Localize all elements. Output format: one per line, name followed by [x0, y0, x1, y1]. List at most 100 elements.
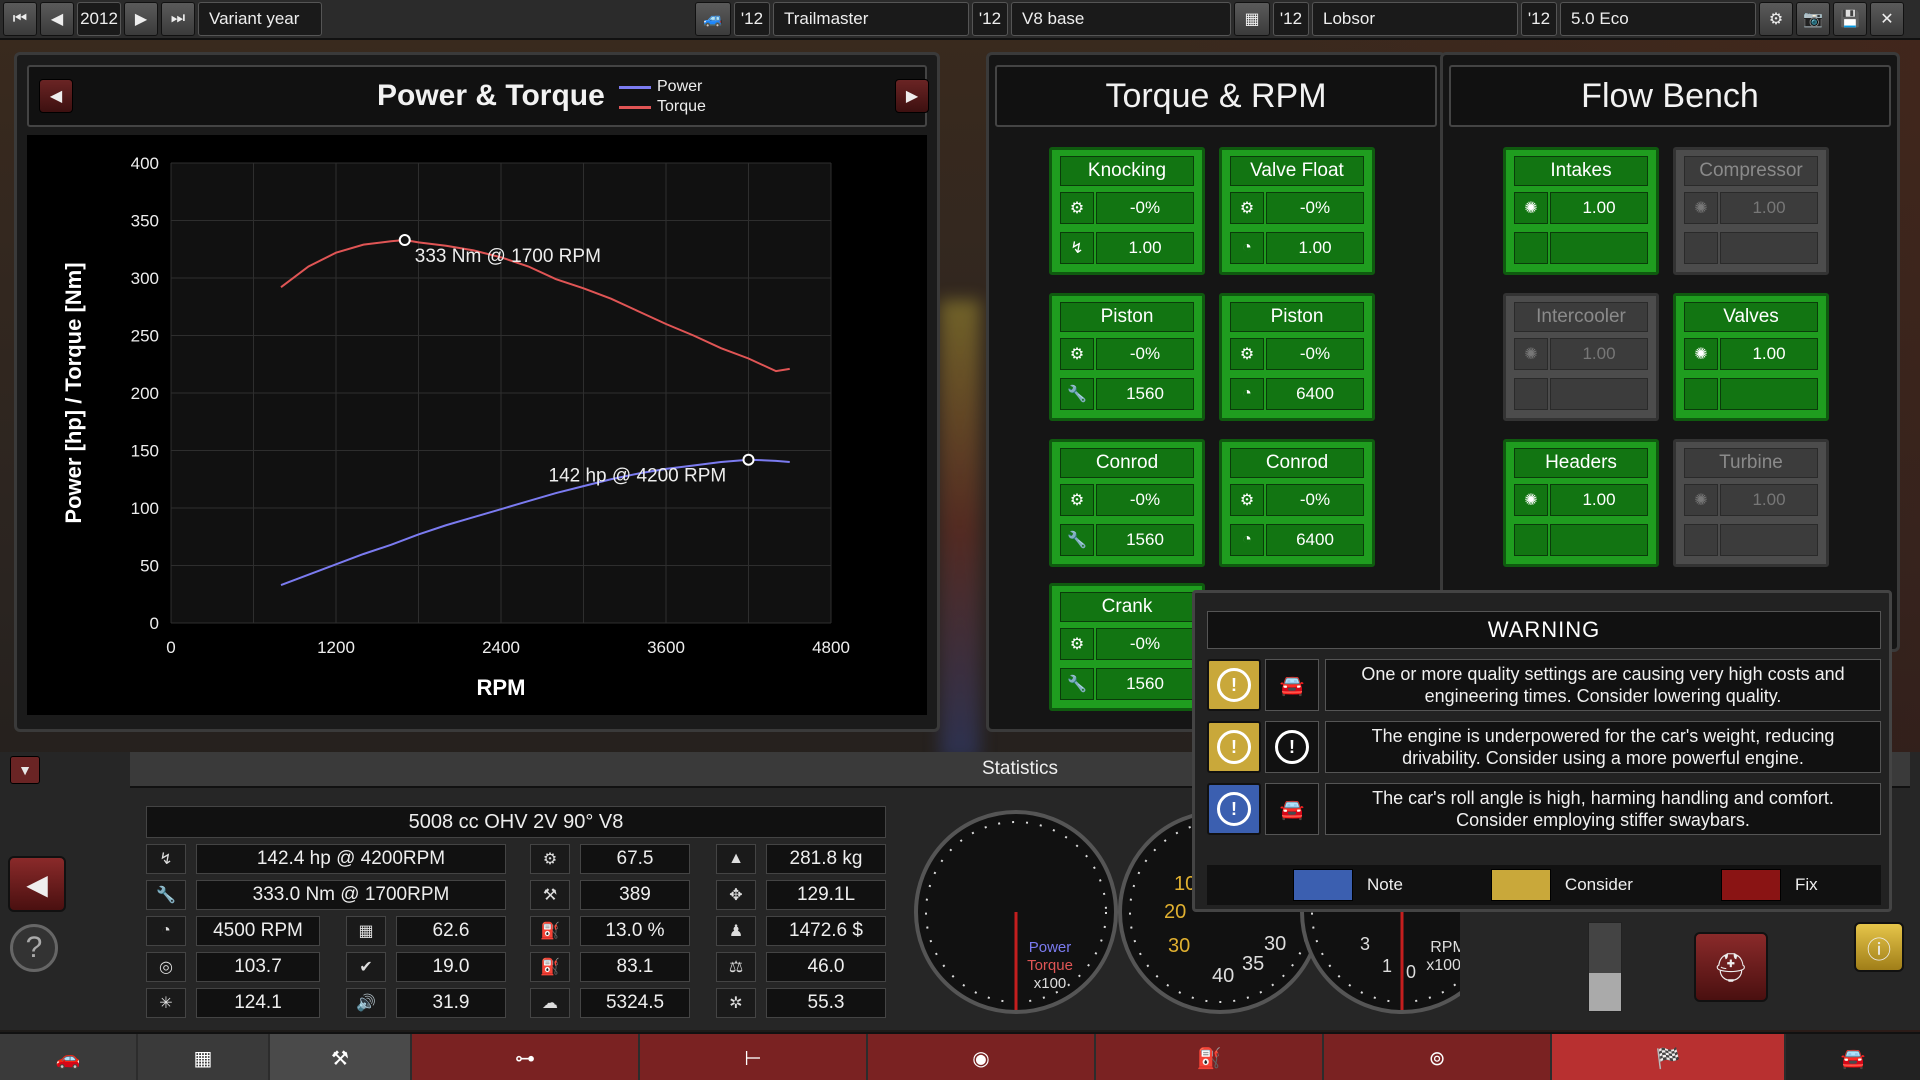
screenshot-button[interactable]: 📷	[1796, 2, 1830, 36]
quality-icon: ⚙	[1060, 192, 1094, 224]
tile-quality-value: -0%	[1096, 338, 1194, 370]
year-field[interactable]: 2012	[77, 2, 121, 36]
warning-row-1[interactable]: ! 🚘 One or more quality settings are cau…	[1207, 659, 1881, 711]
tile-compressor[interactable]: Compressor ✺ 1.00	[1673, 147, 1829, 275]
tab-exhaust[interactable]: ⊚	[1324, 1034, 1550, 1080]
tile-row-value: 🔧 1560	[1060, 524, 1194, 556]
tab-test[interactable]: 🏁	[1552, 1034, 1784, 1080]
next-year-button[interactable]: ▶	[124, 2, 158, 36]
throttle-slider-handle[interactable]	[1589, 973, 1621, 1011]
wrench-icon: 🔧	[1060, 524, 1094, 556]
tile-intercooler[interactable]: Intercooler ✺ 1.00	[1503, 293, 1659, 421]
tab-engine-family[interactable]: ▦	[138, 1034, 268, 1080]
car-model-field[interactable]: Trailmaster	[773, 2, 969, 36]
warning-2-category: !	[1265, 721, 1319, 773]
tile-crank[interactable]: Crank ⚙ -0% 🔧 1560	[1049, 583, 1205, 711]
engine-variant-field[interactable]: 5.0 Eco	[1560, 2, 1756, 36]
tile-conrod[interactable]: Conrod ⚙ -0% ◔ 6400	[1219, 439, 1375, 567]
top-toolbar: ⏮ ◀ 2012 ▶ ⏭ Variant year 🚙 '12 Trailmas…	[0, 0, 1920, 40]
tile-headers[interactable]: Headers ✺ 1.00	[1503, 439, 1659, 567]
tile-title: Conrod	[1230, 448, 1364, 478]
engine-icon-button[interactable]: ▦	[1234, 2, 1270, 36]
warning-icon: ⓘ	[1867, 936, 1891, 964]
engine-block-icon: ▦	[1244, 11, 1260, 28]
tile-knocking[interactable]: Knocking ⚙ -0% ↯ 1.00	[1049, 147, 1205, 275]
settings-button[interactable]: ⚙	[1759, 2, 1793, 36]
legend-note-label: Note	[1367, 875, 1403, 894]
help-button[interactable]: ?	[10, 924, 58, 972]
gauge3-tick-3: 3	[1360, 934, 1370, 954]
stat-weight: 281.8 kg	[766, 844, 886, 874]
trim-field[interactable]: V8 base	[1011, 2, 1231, 36]
tab-fuel-system[interactable]: ⛽	[1096, 1034, 1322, 1080]
tab-car-model[interactable]: 🚗	[0, 1034, 136, 1080]
tile-row-quality: ⚙ -0%	[1060, 628, 1194, 660]
tile-value: 6400	[1266, 378, 1364, 410]
warning-title: WARNING	[1207, 611, 1881, 649]
tile-quality-value: -0%	[1266, 484, 1364, 516]
car-icon-button[interactable]: 🚙	[695, 2, 731, 36]
tile-row-value: 🔧 1560	[1060, 378, 1194, 410]
x-tick-label: 0	[166, 638, 175, 657]
gauge-icon: ◔	[1230, 232, 1264, 264]
tile-quality-value: -0%	[1096, 628, 1194, 660]
tile-conrod[interactable]: Conrod ⚙ -0% 🔧 1560	[1049, 439, 1205, 567]
floppy-disk-icon: 💾	[1840, 11, 1860, 28]
tile-row-flow: ✺ 1.00	[1684, 192, 1818, 224]
warnings-toggle-button[interactable]: ⓘ	[1854, 922, 1904, 972]
tile-value: 6400	[1266, 524, 1364, 556]
quality-icon: ⚙	[1230, 484, 1264, 516]
engine-test-button[interactable]: ⛑	[1694, 932, 1768, 1002]
tile-row-quality: ⚙ -0%	[1060, 192, 1194, 224]
close-button[interactable]: ✕	[1870, 2, 1904, 36]
tile-valve-float[interactable]: Valve Float ⚙ -0% ◔ 1.00	[1219, 147, 1375, 275]
quality-icon: ⚙	[1060, 484, 1094, 516]
empty-slot	[1550, 232, 1648, 264]
prev-year-button[interactable]: ◀	[40, 2, 74, 36]
tile-turbine[interactable]: Turbine ✺ 1.00	[1673, 439, 1829, 567]
warning-row-3[interactable]: ! 🚘 The car's roll angle is high, harmin…	[1207, 783, 1881, 835]
collapse-stats-button[interactable]: ▼	[10, 756, 40, 784]
tile-valves[interactable]: Valves ✺ 1.00	[1673, 293, 1829, 421]
pistons-icon: ⚒	[331, 1047, 349, 1070]
warning-row-2[interactable]: ! ! The engine is underpowered for the c…	[1207, 721, 1881, 773]
wrench-icon: 🔧	[1060, 668, 1094, 700]
background-stripes	[940, 300, 980, 760]
legend-note-swatch	[1293, 869, 1353, 901]
tab-aspiration[interactable]: ◉	[868, 1034, 1094, 1080]
arrow-right-icon: ▶	[134, 11, 148, 28]
back-button[interactable]: ◀	[8, 856, 66, 912]
first-year-button[interactable]: ⏮	[3, 2, 37, 36]
x-tick-label: 3600	[647, 638, 685, 657]
tile-row-empty	[1684, 378, 1818, 410]
peak-label: 142 hp @ 4200 RPM	[549, 466, 727, 487]
tab-car-design[interactable]: 🚘	[1786, 1034, 1920, 1080]
tab-top-end[interactable]: ⊢	[640, 1034, 866, 1080]
tile-title: Intakes	[1514, 156, 1648, 186]
emissions-icon: ☁	[530, 988, 570, 1018]
tile-row-value: ◔ 6400	[1230, 378, 1364, 410]
car-icon: 🚘	[1279, 798, 1305, 821]
variant-year-button[interactable]: Variant year	[198, 2, 322, 36]
gauge2-tick-30b: 30	[1264, 933, 1286, 955]
save-button[interactable]: 💾	[1833, 2, 1867, 36]
tab-engine-variant[interactable]: ⚒	[270, 1034, 410, 1080]
tile-title: Knocking	[1060, 156, 1194, 186]
tile-value: 1.00	[1096, 232, 1194, 264]
camshaft-icon: ⊢	[744, 1047, 762, 1070]
throttle-slider[interactable]	[1588, 922, 1622, 1012]
trim-year: '12	[972, 2, 1008, 36]
speaker-icon: 🔊	[346, 988, 386, 1018]
tile-value: 1560	[1096, 668, 1194, 700]
tab-bottom-end[interactable]: ⊶	[412, 1034, 638, 1080]
empty-slot	[1550, 524, 1648, 556]
tile-intakes[interactable]: Intakes ✺ 1.00	[1503, 147, 1659, 275]
gear-icon: ⚙	[1768, 11, 1784, 28]
tile-piston[interactable]: Piston ⚙ -0% ◔ 6400	[1219, 293, 1375, 421]
exclamation-icon: !	[1217, 792, 1251, 826]
gauge-power-label: Power	[1029, 939, 1072, 956]
last-year-button[interactable]: ⏭	[161, 2, 195, 36]
engine-family-field[interactable]: Lobsor	[1312, 2, 1518, 36]
tile-piston[interactable]: Piston ⚙ -0% 🔧 1560	[1049, 293, 1205, 421]
tile-value: 1560	[1096, 378, 1194, 410]
